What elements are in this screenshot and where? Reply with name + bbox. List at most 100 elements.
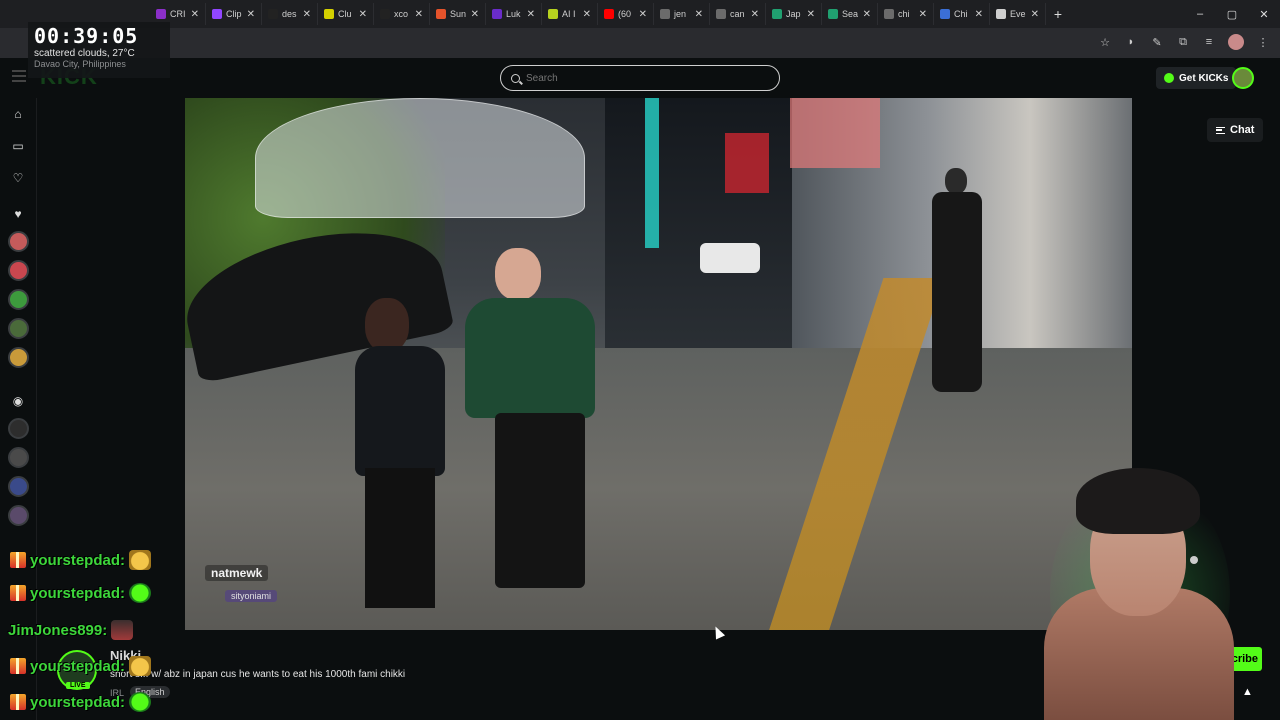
location-text: Davao City, Philippines [34, 59, 126, 69]
following-icon[interactable]: ♡ [11, 171, 25, 185]
chat-message: JimJones899: [8, 620, 134, 640]
menu-dots-icon[interactable]: ⋮ [1256, 35, 1270, 49]
screen: CRI ✕ Clip ✕ des ✕ Clu ✕ xco ✕ Sun ✕ Luk ✕ AI I ✕ (60 ✕ je… [0, 0, 1280, 720]
tab-close-icon[interactable]: ✕ [919, 9, 927, 20]
browser-tab[interactable]: Sea ✕ [822, 3, 878, 25]
recommended-channel-avatar[interactable] [8, 418, 29, 439]
maximize-icon[interactable]: ▢ [1216, 0, 1248, 28]
video-watermark-secondary: sityoniami [225, 590, 278, 602]
report-warning-icon[interactable]: ▲ [1242, 686, 1253, 698]
tab-close-icon[interactable]: ✕ [415, 9, 423, 20]
stream-title: short s... w/ abz in japan cus he wants … [110, 669, 406, 680]
favorites-heart-icon[interactable]: ♥ [11, 207, 25, 221]
chat-username[interactable]: yourstepdad: [30, 585, 125, 602]
search-icon [511, 73, 520, 83]
puzzle-icon[interactable]: ⧉ [1176, 35, 1190, 49]
browser-tab[interactable]: Luk ✕ [486, 3, 542, 25]
browser-tab-strip: CRI ✕ Clip ✕ des ✕ Clu ✕ xco ✕ Sun ✕ Luk ✕ AI I ✕ (60 ✕ je… [0, 0, 1280, 28]
tab-close-icon[interactable]: ✕ [975, 9, 983, 20]
recommended-channel-avatar[interactable] [8, 476, 29, 497]
address-bar[interactable] [0, 28, 1280, 58]
tab-label: (60 [618, 9, 632, 19]
hamburger-menu-icon[interactable] [12, 70, 26, 82]
tab-close-icon[interactable]: ✕ [751, 9, 759, 20]
tab-close-icon[interactable]: ✕ [527, 9, 535, 20]
webcam-headset-mic [1190, 556, 1198, 564]
video-pedestrian [927, 168, 987, 398]
tab-close-icon[interactable]: ✕ [695, 9, 703, 20]
video-woman [345, 298, 455, 608]
gift-badge-icon [10, 658, 26, 674]
tab-close-icon[interactable]: ✕ [583, 9, 591, 20]
live-badge: LIVE [66, 682, 90, 689]
browser-tab[interactable]: (60 ✕ [598, 3, 654, 25]
minimize-icon[interactable]: – [1184, 0, 1216, 28]
tab-label: AI I [562, 9, 576, 19]
browser-tab[interactable]: des ✕ [262, 3, 318, 25]
recommended-channel-avatar[interactable] [8, 447, 29, 468]
followed-channel-avatar[interactable] [8, 260, 29, 281]
user-avatar[interactable] [1232, 67, 1254, 89]
pen-icon[interactable]: ✎ [1150, 35, 1164, 49]
tab-close-icon[interactable]: ✕ [863, 9, 871, 20]
playlist-icon[interactable]: ≡ [1202, 35, 1216, 49]
tab-favicon-icon [604, 9, 614, 19]
followed-channel-avatar[interactable] [8, 231, 29, 252]
browse-icon[interactable]: ▭ [11, 139, 25, 153]
tab-close-icon[interactable]: ✕ [471, 9, 479, 20]
browser-tab[interactable]: jen ✕ [654, 3, 710, 25]
browser-tab[interactable]: can ✕ [710, 3, 766, 25]
video-sidewalk [185, 348, 1132, 630]
browser-toolbar-icons: ☆ ◗ ✎ ⧉ ≡ ⋮ [1098, 34, 1270, 50]
video-player[interactable]: natmewk sityoniami [185, 98, 1132, 630]
browser-tab[interactable]: Eve ✕ [990, 3, 1046, 25]
kicks-coin-icon [1164, 73, 1174, 83]
close-window-icon[interactable]: ✕ [1248, 0, 1280, 28]
bookmark-star-icon[interactable]: ☆ [1098, 35, 1112, 49]
video-neon-sign [725, 133, 769, 193]
tab-label: xco [394, 9, 409, 19]
browser-tab[interactable]: Clip ✕ [206, 3, 262, 25]
tab-label: can [730, 9, 745, 19]
new-tab-button[interactable]: + [1046, 3, 1070, 25]
search-bar[interactable] [500, 65, 780, 91]
extension-icon[interactable]: ◗ [1124, 35, 1138, 49]
followed-channel-avatar[interactable] [8, 289, 29, 310]
browser-tab[interactable]: Chi ✕ [934, 3, 990, 25]
tab-label: Sea [842, 9, 859, 19]
chat-toggle-button[interactable]: Chat [1207, 118, 1264, 142]
tab-favicon-icon [324, 9, 334, 19]
browser-tab[interactable]: Clu ✕ [318, 3, 374, 25]
browser-tab[interactable]: AI I ✕ [542, 3, 598, 25]
browser-tab[interactable]: xco ✕ [374, 3, 430, 25]
uptime-timer: 00:39:05 [34, 24, 139, 48]
followed-channel-avatar[interactable] [8, 318, 29, 339]
tab-close-icon[interactable]: ✕ [247, 9, 255, 20]
chat-username[interactable]: yourstepdad: [30, 694, 125, 711]
tab-label: CRI [170, 9, 186, 19]
tab-close-icon[interactable]: ✕ [639, 9, 647, 20]
home-icon[interactable]: ⌂ [11, 107, 25, 121]
followed-channel-avatar[interactable] [8, 347, 29, 368]
get-kicks-button[interactable]: Get KICKs [1156, 67, 1237, 89]
tab-favicon-icon [660, 9, 670, 19]
chat-username[interactable]: JimJones899: [8, 622, 107, 639]
browser-profile-avatar[interactable] [1228, 34, 1244, 50]
recommended-channel-avatar[interactable] [8, 505, 29, 526]
tab-favicon-icon [380, 9, 390, 19]
tab-close-icon[interactable]: ✕ [359, 9, 367, 20]
tab-close-icon[interactable]: ✕ [807, 9, 815, 20]
tab-favicon-icon [940, 9, 950, 19]
browser-tab[interactable]: chi ✕ [878, 3, 934, 25]
tab-close-icon[interactable]: ✕ [191, 9, 199, 20]
search-input[interactable] [526, 72, 766, 84]
chat-username[interactable]: yourstepdad: [30, 552, 125, 569]
browser-tab[interactable]: Jap ✕ [766, 3, 822, 25]
tab-close-icon[interactable]: ✕ [1031, 9, 1039, 20]
tab-label: Eve [1010, 9, 1026, 19]
chat-username[interactable]: yourstepdad: [30, 658, 125, 675]
tab-favicon-icon [212, 9, 222, 19]
tab-close-icon[interactable]: ✕ [303, 9, 311, 20]
chat-expand-icon [1216, 126, 1225, 134]
browser-tab[interactable]: Sun ✕ [430, 3, 486, 25]
